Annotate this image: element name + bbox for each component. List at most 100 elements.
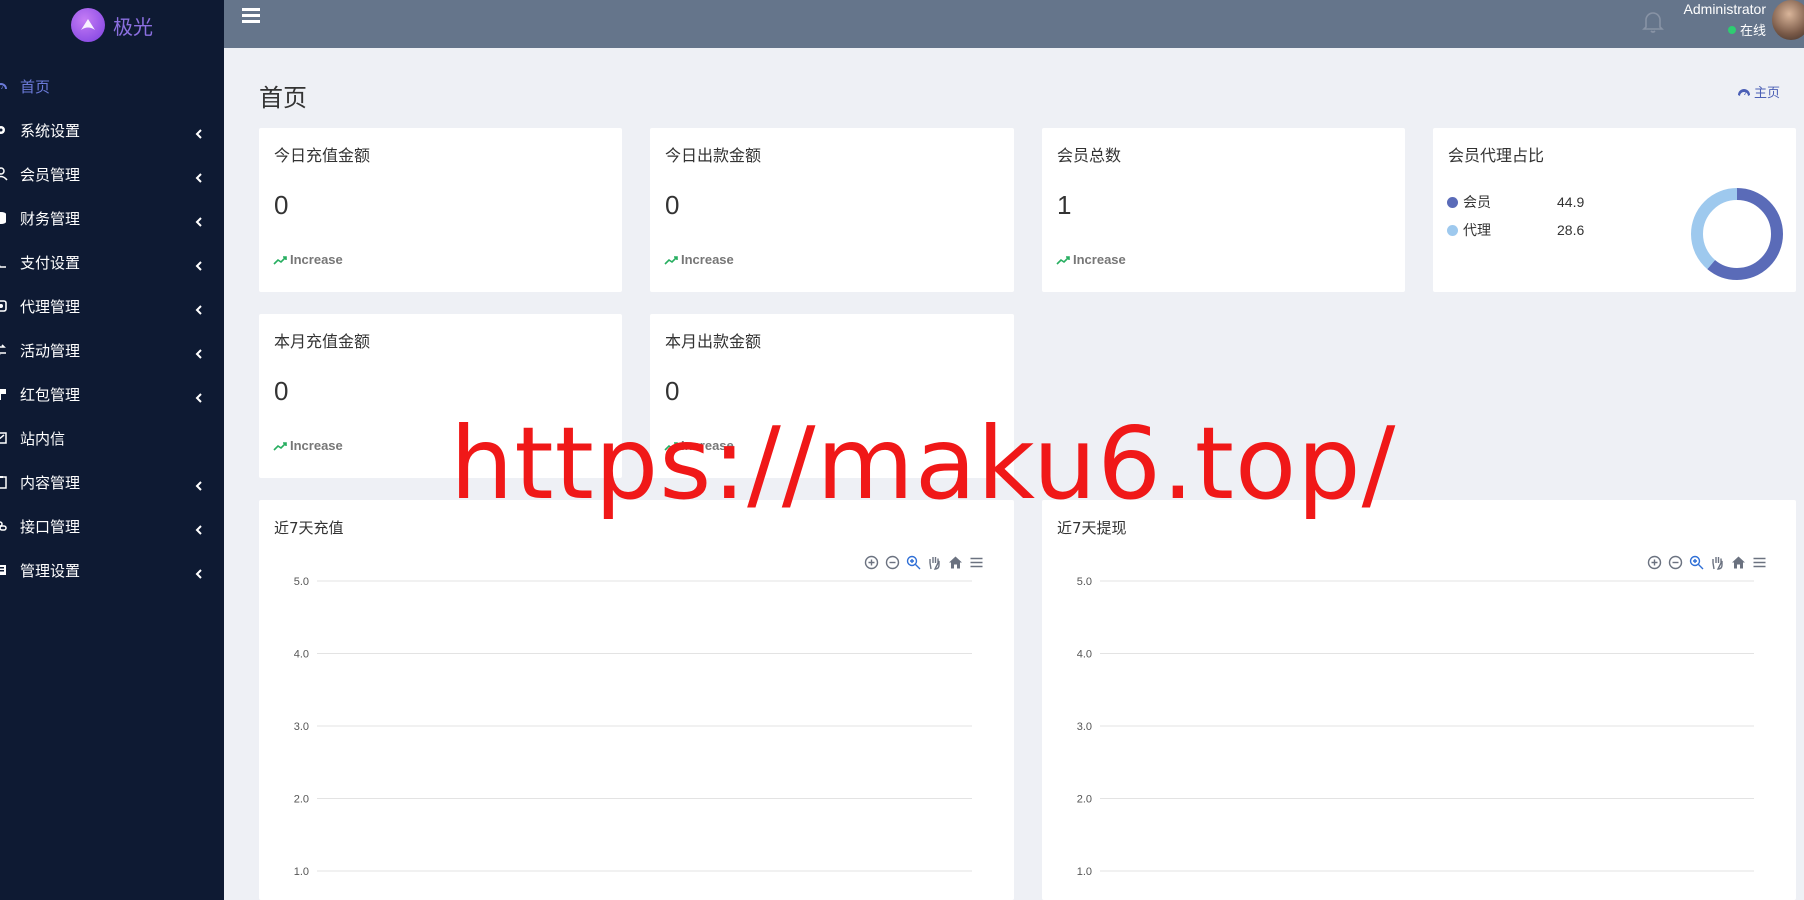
breadcrumb[interactable]: 主页 xyxy=(1737,82,1780,101)
user-status-label: 在线 xyxy=(1739,24,1766,39)
trend-up-icon xyxy=(664,255,678,265)
y-tick-label: 5.0 xyxy=(1077,576,1092,588)
sidebar-item-label: 财务管理 xyxy=(20,209,81,228)
stat-card-today-deposit: 今日充值金额 0 Increase xyxy=(259,128,622,292)
watermark-text: https://maku6.top/ xyxy=(450,405,1397,522)
stat-trend: Increase xyxy=(273,438,343,453)
stat-trend-label: Increase xyxy=(290,252,343,267)
sidebar-item-label: 首页 xyxy=(20,77,51,96)
chevron-left-icon xyxy=(194,301,204,315)
sidebar-item-home[interactable]: 首页 xyxy=(0,64,224,108)
clipboard-icon xyxy=(0,475,8,489)
chevron-left-icon xyxy=(194,213,204,227)
sidebar-item-inbox[interactable]: 站内信 xyxy=(0,416,224,460)
stat-value: 0 xyxy=(665,190,680,220)
sidebar-item-label: 支付设置 xyxy=(20,253,81,272)
sidebar-item-label: 会员管理 xyxy=(20,165,81,184)
gift-icon xyxy=(0,387,8,401)
sidebar-item-payment[interactable]: 支付设置 xyxy=(0,240,224,284)
bell-icon[interactable] xyxy=(1642,10,1664,34)
avatar[interactable] xyxy=(1772,0,1804,40)
trend-up-icon xyxy=(1056,255,1070,265)
stat-label: 会员总数 xyxy=(1057,146,1122,165)
y-tick-label: 5.0 xyxy=(294,576,309,588)
sidebar-item-agents[interactable]: 代理管理 xyxy=(0,284,224,328)
chevron-left-icon xyxy=(194,169,204,183)
breadcrumb-home: 主页 xyxy=(1753,86,1780,101)
y-tick-label: 3.0 xyxy=(1077,721,1092,733)
legend-label: 会员 xyxy=(1463,195,1491,211)
payment-icon xyxy=(0,255,8,269)
stat-trend-label: Increase xyxy=(290,438,343,453)
stat-trend: Increase xyxy=(273,252,343,267)
link-icon xyxy=(0,519,8,533)
legend-label: 代理 xyxy=(1463,223,1491,239)
sidebar-menu: 首页 系统设置 会员管理 财务管理 支付设置 代理管理 活动管理 红包管理 站内… xyxy=(0,64,224,592)
sidebar-item-content[interactable]: 内容管理 xyxy=(0,460,224,504)
dashboard-icon xyxy=(1737,88,1750,96)
sidebar-item-red-packets[interactable]: 红包管理 xyxy=(0,372,224,416)
chevron-left-icon xyxy=(194,257,204,271)
sidebar-item-system-settings[interactable]: 系统设置 xyxy=(0,108,224,152)
trend-up-icon xyxy=(273,255,287,265)
legend-value: 44.9 xyxy=(1557,194,1585,210)
y-tick-label: 2.0 xyxy=(1077,794,1092,806)
y-tick-label: 1.0 xyxy=(1077,866,1092,878)
sidebar-item-members[interactable]: 会员管理 xyxy=(0,152,224,196)
brand-logo-icon xyxy=(71,8,105,42)
exchange-icon xyxy=(0,343,8,357)
y-tick-label: 1.0 xyxy=(294,866,309,878)
brand-name: 极光 xyxy=(113,14,153,39)
page-title: 首页 xyxy=(259,84,307,112)
sidebar-item-activities[interactable]: 活动管理 xyxy=(0,328,224,372)
y-tick-label: 4.0 xyxy=(294,649,309,661)
brand[interactable]: 极光 xyxy=(0,0,224,50)
legend-item-agent[interactable]: 代理 28.6 xyxy=(1447,220,1584,240)
sidebar-item-label: 红包管理 xyxy=(20,385,81,404)
sidebar-item-admin-settings[interactable]: 管理设置 xyxy=(0,548,224,592)
sidebar-item-label: 管理设置 xyxy=(20,561,81,580)
legend-item-member[interactable]: 会员 44.9 xyxy=(1447,192,1584,212)
y-tick-label: 2.0 xyxy=(294,794,309,806)
user-icon xyxy=(0,167,8,181)
user-name: Administrator xyxy=(1683,1,1766,17)
chevron-left-icon xyxy=(194,521,204,535)
top-navbar: Administrator 在线 xyxy=(224,0,1804,48)
chevron-left-icon xyxy=(194,565,204,579)
stat-value: 0 xyxy=(665,376,680,406)
y-tick-label: 3.0 xyxy=(294,721,309,733)
sidebar-item-finance[interactable]: 财务管理 xyxy=(0,196,224,240)
stat-label: 本月出款金额 xyxy=(665,332,762,351)
chevron-left-icon xyxy=(194,125,204,139)
stat-trend: Increase xyxy=(1056,252,1126,267)
stat-label: 今日充值金额 xyxy=(274,146,371,165)
sidebar-item-label: 系统设置 xyxy=(20,121,81,140)
sidebar-item-api[interactable]: 接口管理 xyxy=(0,504,224,548)
stat-card-today-withdraw: 今日出款金额 0 Increase xyxy=(650,128,1014,292)
sidebar: 极光 首页 系统设置 会员管理 财务管理 支付设置 代理管理 活动管理 红包管理… xyxy=(0,0,224,900)
stat-value: 1 xyxy=(1057,190,1072,220)
stat-label: 本月充值金额 xyxy=(274,332,371,351)
member-agent-ratio-card: 会员代理占比 会员 44.9 代理 28.6 xyxy=(1433,128,1796,292)
user-menu[interactable]: Administrator 在线 xyxy=(1684,1,1766,39)
user-status: 在线 xyxy=(1684,20,1766,39)
stat-trend: Increase xyxy=(664,252,734,267)
menu-toggle-icon[interactable] xyxy=(242,8,260,26)
chevron-left-icon xyxy=(194,389,204,403)
line-chart-plot: 5.0 4.0 3.0 2.0 1.0 xyxy=(294,576,972,878)
agent-icon xyxy=(0,299,8,313)
legend-swatch xyxy=(1447,196,1458,208)
stat-value: 0 xyxy=(274,376,289,406)
line-chart-plot: 5.0 4.0 3.0 2.0 1.0 xyxy=(1077,576,1754,878)
chevron-left-icon xyxy=(194,477,204,491)
stat-value: 0 xyxy=(274,190,289,220)
trend-up-icon xyxy=(273,441,287,451)
message-icon xyxy=(0,431,8,445)
ratio-donut-chart xyxy=(1691,188,1783,280)
chart-card-7day-deposit: 近7天充值 5.0 4.0 3.0 2.0 1.0 xyxy=(259,500,1014,900)
sidebar-item-label: 代理管理 xyxy=(20,297,81,316)
sidebar-item-label: 接口管理 xyxy=(20,517,81,536)
stat-card-member-total: 会员总数 1 Increase xyxy=(1042,128,1405,292)
list-icon xyxy=(0,563,8,577)
legend-value: 28.6 xyxy=(1557,222,1585,238)
